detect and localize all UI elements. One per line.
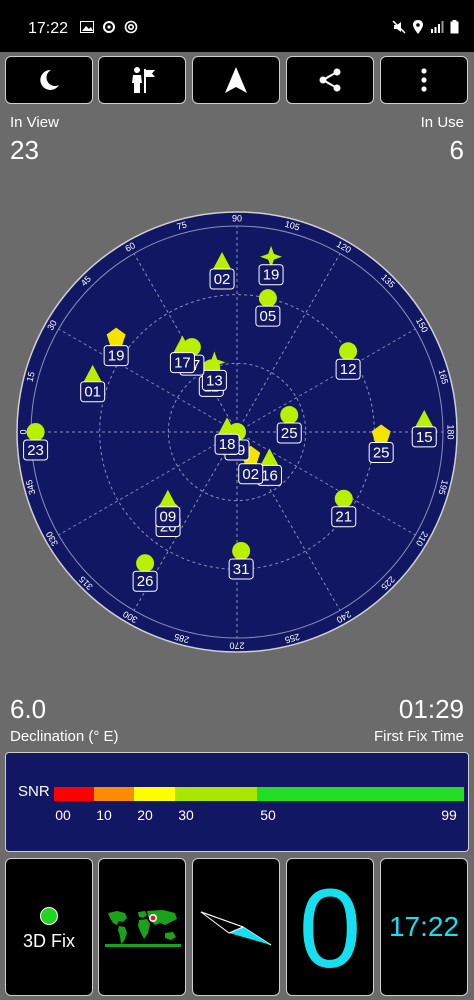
sync-icon <box>102 20 116 34</box>
first-fix-value: 01:29 <box>398 694 464 724</box>
satellite-circle-icon <box>258 289 277 308</box>
satellite-label: 17 <box>174 355 191 372</box>
snr-seg-lime <box>175 787 257 801</box>
azimuth-label: 90 <box>232 213 242 223</box>
satellite-label: 25 <box>281 425 298 442</box>
satellite-label: 05 <box>260 308 277 325</box>
navigation-arrow-icon <box>224 66 248 94</box>
snr-tick: 30 <box>178 807 194 823</box>
in-use-label: In Use <box>420 114 464 131</box>
declination-value: 6.0 <box>10 694 47 724</box>
sky-plot: 0153045607590105120135150165180195210225… <box>16 211 458 653</box>
battery-icon <box>450 20 459 34</box>
declination-label: Declination (° E) <box>10 728 119 745</box>
location-icon <box>412 20 424 34</box>
satellite-circle-icon <box>339 342 358 361</box>
status-time: 17:22 <box>28 20 69 37</box>
snr-tick: 00 <box>55 807 71 823</box>
in-view-count: 23 <box>10 135 39 165</box>
satellite-circle-icon <box>334 489 353 508</box>
snr-tick: 10 <box>96 807 112 823</box>
satellite-label: 01 <box>84 384 101 401</box>
satellite-label: 21 <box>335 509 352 526</box>
compass-tile[interactable] <box>192 858 280 996</box>
satellite-circle-icon <box>280 406 299 425</box>
satellite-label: 23 <box>27 442 44 459</box>
snr-seg-orange <box>94 787 134 801</box>
navigation-button[interactable] <box>192 56 280 104</box>
overflow-menu-icon <box>420 67 428 93</box>
first-fix-label: First Fix Time <box>374 728 464 745</box>
share-icon <box>317 67 343 93</box>
fix-status-label: 3D Fix <box>22 931 75 951</box>
overflow-menu-button[interactable] <box>380 56 468 104</box>
fix-status-dot <box>40 907 58 925</box>
satellite-count-tile[interactable]: 0 <box>286 858 374 996</box>
clock-time: 17:22 <box>388 911 460 942</box>
in-view-label: In View <box>10 114 59 131</box>
snr-seg-green <box>257 787 464 801</box>
azimuth-label: 270 <box>229 641 244 651</box>
satellite-label: 19 <box>263 267 280 284</box>
azimuth-label: 180 <box>446 424 456 439</box>
satellite-label: 26 <box>137 573 154 590</box>
snr-color-bar <box>54 787 464 801</box>
snr-legend: SNR 00 10 20 30 50 99 <box>5 752 469 852</box>
snr-tick: 20 <box>137 807 153 823</box>
satellite-label: 12 <box>340 361 357 378</box>
snr-tick: 99 <box>441 807 457 823</box>
in-use-count: 6 <box>449 135 464 165</box>
satellite-label: 25 <box>373 444 390 461</box>
at-icon <box>124 20 138 34</box>
satellite-label: 15 <box>416 429 433 446</box>
guide-icon <box>127 65 157 95</box>
status-bar: 17:22 <box>0 0 474 52</box>
satellite-circle-icon <box>136 554 155 573</box>
clock-tile[interactable]: 17:22 <box>380 858 468 996</box>
satellite-label: 02 <box>242 466 259 483</box>
satellite-label: 19 <box>108 348 125 365</box>
satellite-circle-icon <box>232 541 251 560</box>
fix-status-tile[interactable]: 3D Fix <box>5 858 93 996</box>
night-mode-icon <box>36 67 62 93</box>
world-map-icon <box>105 907 181 952</box>
snr-label: SNR <box>18 783 50 800</box>
big-count-value: 0 <box>298 866 362 991</box>
night-mode-button[interactable] <box>5 56 93 104</box>
satellite-circle-icon <box>26 423 45 441</box>
satellite-label: 16 <box>261 467 278 484</box>
share-button[interactable] <box>286 56 374 104</box>
snr-seg-yellow <box>134 787 175 801</box>
signal-icon <box>430 21 444 33</box>
satellite-label: 18 <box>219 436 236 453</box>
image-icon <box>80 21 94 33</box>
compass-needle-icon <box>199 909 275 954</box>
satellite-label: 02 <box>214 271 231 288</box>
mute-icon <box>392 20 406 34</box>
snr-seg-red <box>54 787 94 801</box>
satellite-label: 09 <box>160 509 177 526</box>
world-map-tile[interactable] <box>98 858 186 996</box>
snr-tick: 50 <box>260 807 276 823</box>
guide-button[interactable] <box>98 56 186 104</box>
satellite-label: 31 <box>233 561 250 578</box>
satellite-label: 13 <box>206 372 223 389</box>
